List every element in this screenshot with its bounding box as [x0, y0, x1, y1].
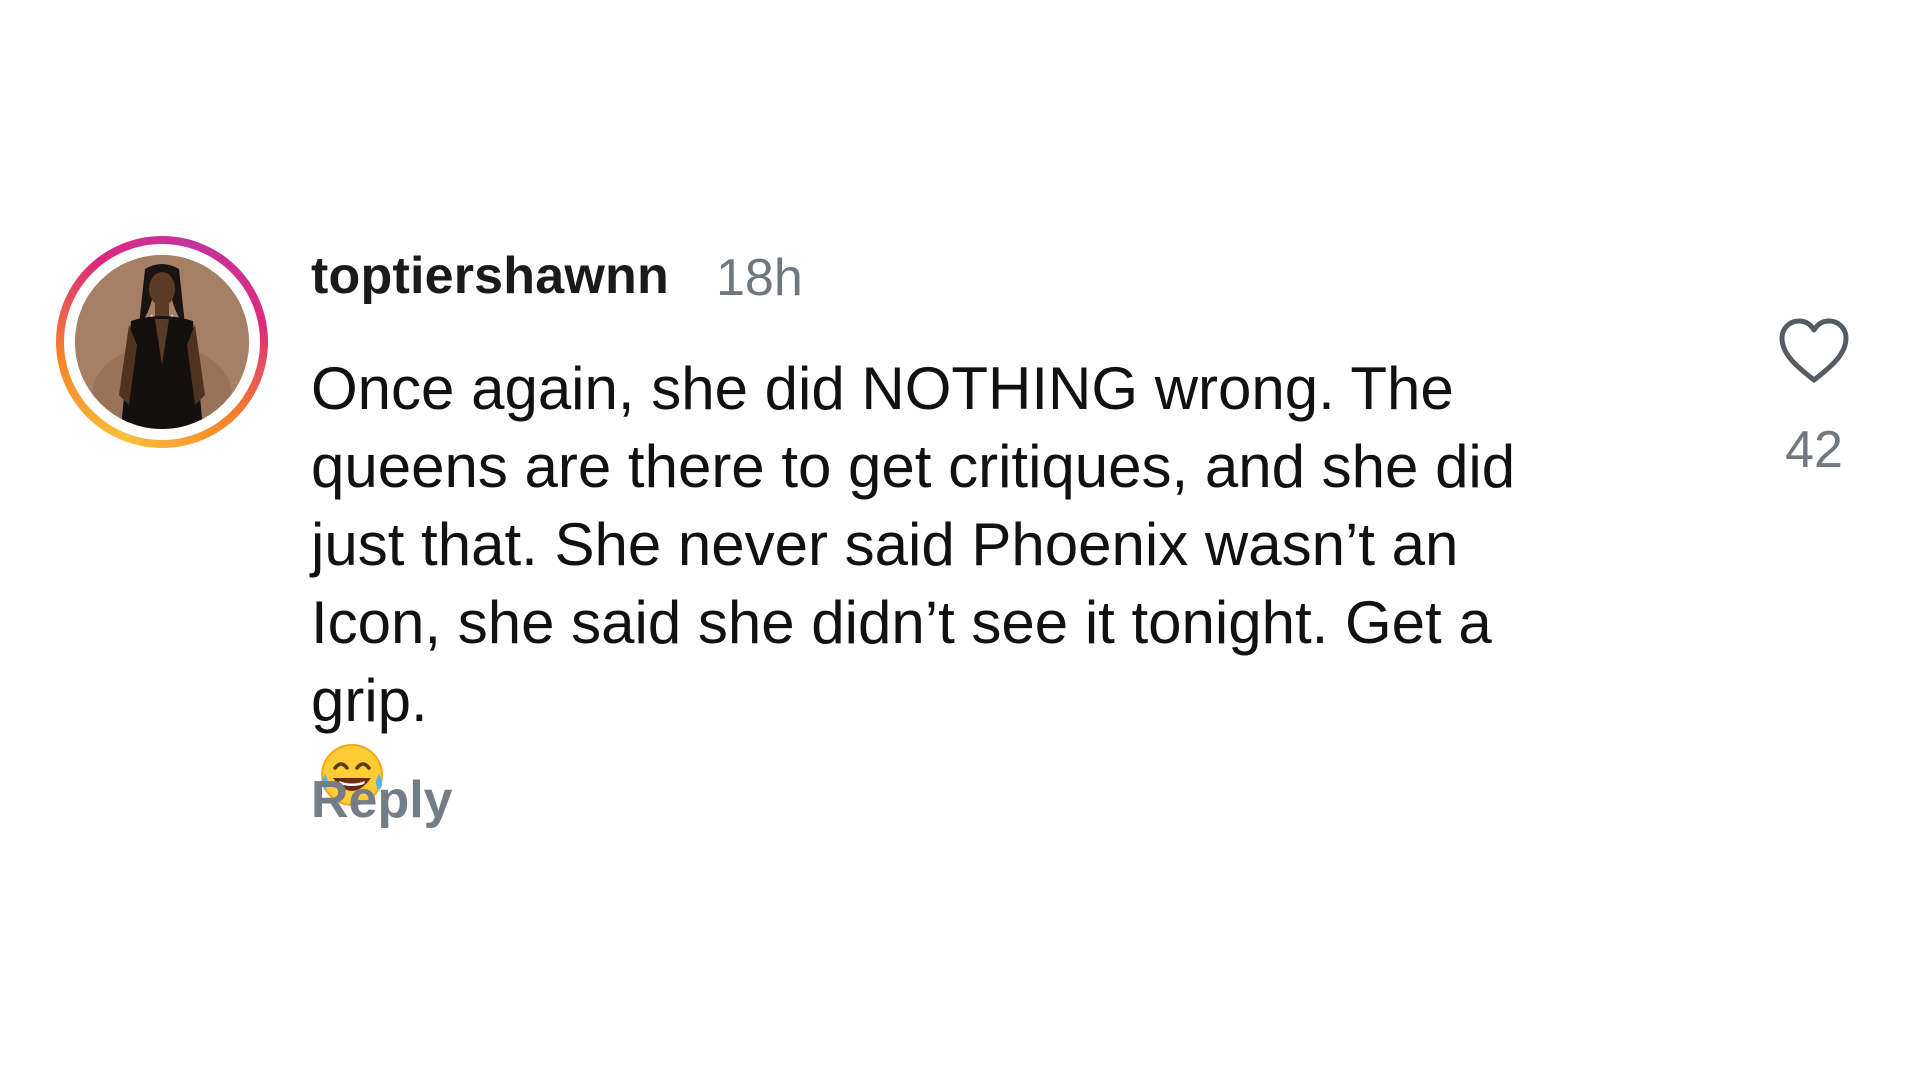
avatar-photo	[75, 255, 249, 429]
username-link[interactable]: toptiershawnn	[311, 246, 669, 306]
avatar[interactable]	[75, 255, 249, 429]
timestamp: 18h	[716, 249, 803, 307]
comment-last-line: grip.	[311, 662, 1691, 829]
face-with-tears-of-joy-icon	[317, 740, 1691, 829]
reply-button[interactable]: Reply	[311, 770, 453, 830]
comment-text: Once again, she did NOTHING wrong. The q…	[311, 350, 1691, 829]
comment: toptiershawnn 18h Once again, she did NO…	[0, 0, 1920, 1080]
comment-line: Once again, she did NOTHING wrong. The	[311, 355, 1454, 422]
avatar-story-ring[interactable]	[56, 236, 268, 448]
heart-outline-icon[interactable]	[1776, 316, 1852, 386]
comment-line: queens are there to get critiques, and s…	[311, 433, 1516, 500]
comment-line: grip.	[311, 667, 428, 734]
comment-line: Icon, she said she didn’t see it tonight…	[311, 589, 1492, 656]
comment-line: just that. She never said Phoenix wasn’t…	[311, 511, 1459, 578]
like-count: 42	[1785, 421, 1843, 479]
